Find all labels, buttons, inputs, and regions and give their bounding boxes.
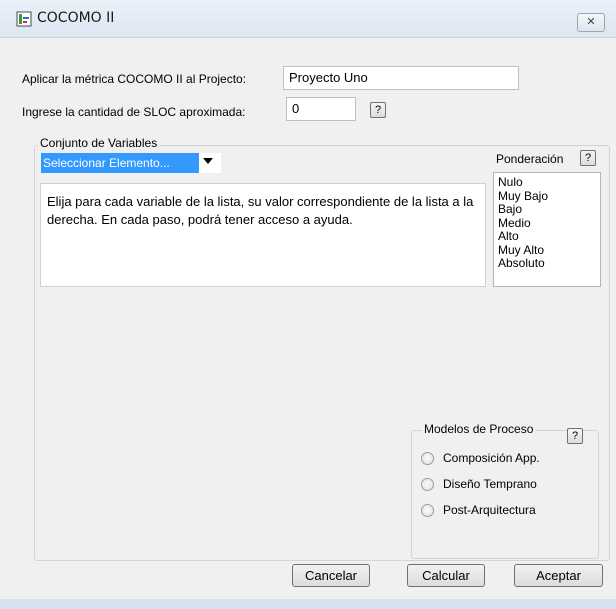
modelos-help-button[interactable]: ? [567, 428, 583, 444]
list-item[interactable]: Alto [498, 229, 596, 244]
close-button[interactable]: ✕ [577, 13, 605, 32]
cancel-button[interactable]: Cancelar [292, 564, 370, 587]
list-item[interactable]: Muy Alto [498, 243, 596, 258]
cocomo-dialog: COCOMO II ✕ Aplicar la métrica COCOMO II… [0, 0, 616, 609]
radio-composicion[interactable] [421, 452, 434, 465]
variable-description: Elija para cada variable de la lista, su… [40, 183, 486, 287]
close-icon: ✕ [586, 16, 596, 28]
calculate-button[interactable]: Calcular [407, 564, 485, 587]
radio-post-arquitectura-label: Post-Arquitectura [443, 503, 536, 517]
list-item[interactable]: Muy Bajo [498, 189, 596, 204]
sloc-input[interactable]: 0 [286, 97, 356, 121]
window-bottom-edge [0, 599, 616, 609]
variable-select[interactable]: Seleccionar Elemento... [41, 153, 221, 173]
list-item[interactable]: Absoluto [498, 256, 596, 271]
radio-diseno-temprano[interactable] [421, 478, 434, 491]
ponderacion-help-button[interactable]: ? [580, 150, 596, 166]
list-item[interactable]: Medio [498, 216, 596, 231]
window-title: COCOMO II [37, 10, 115, 26]
radio-diseno-temprano-label: Diseño Temprano [443, 477, 537, 491]
app-icon [16, 11, 32, 27]
project-label: Aplicar la métrica COCOMO II al Projecto… [22, 72, 247, 86]
radio-post-arquitectura[interactable] [421, 504, 434, 517]
sloc-help-button[interactable]: ? [370, 102, 386, 118]
list-item[interactable]: Nulo [498, 175, 596, 190]
project-name-input[interactable]: Proyecto Uno [283, 66, 519, 90]
radio-composicion-label: Composición App. [443, 451, 540, 465]
title-bar: COCOMO II ✕ [0, 0, 616, 38]
sloc-label: Ingrese la cantidad de SLOC aproximada: [22, 105, 246, 119]
modelos-group-title: Modelos de Proceso [422, 422, 536, 436]
accept-button[interactable]: Aceptar [514, 564, 603, 587]
dialog-body: Aplicar la métrica COCOMO II al Projecto… [0, 38, 616, 598]
list-item[interactable]: Bajo [498, 202, 596, 217]
ponderacion-label: Ponderación [496, 152, 564, 166]
variable-select-value: Seleccionar Elemento... [41, 153, 199, 173]
ponderacion-listbox[interactable]: Nulo Muy Bajo Bajo Medio Alto Muy Alto A… [493, 172, 601, 287]
variables-group-title: Conjunto de Variables [38, 136, 160, 150]
chevron-down-icon [203, 158, 213, 164]
modelos-groupbox [411, 430, 599, 559]
